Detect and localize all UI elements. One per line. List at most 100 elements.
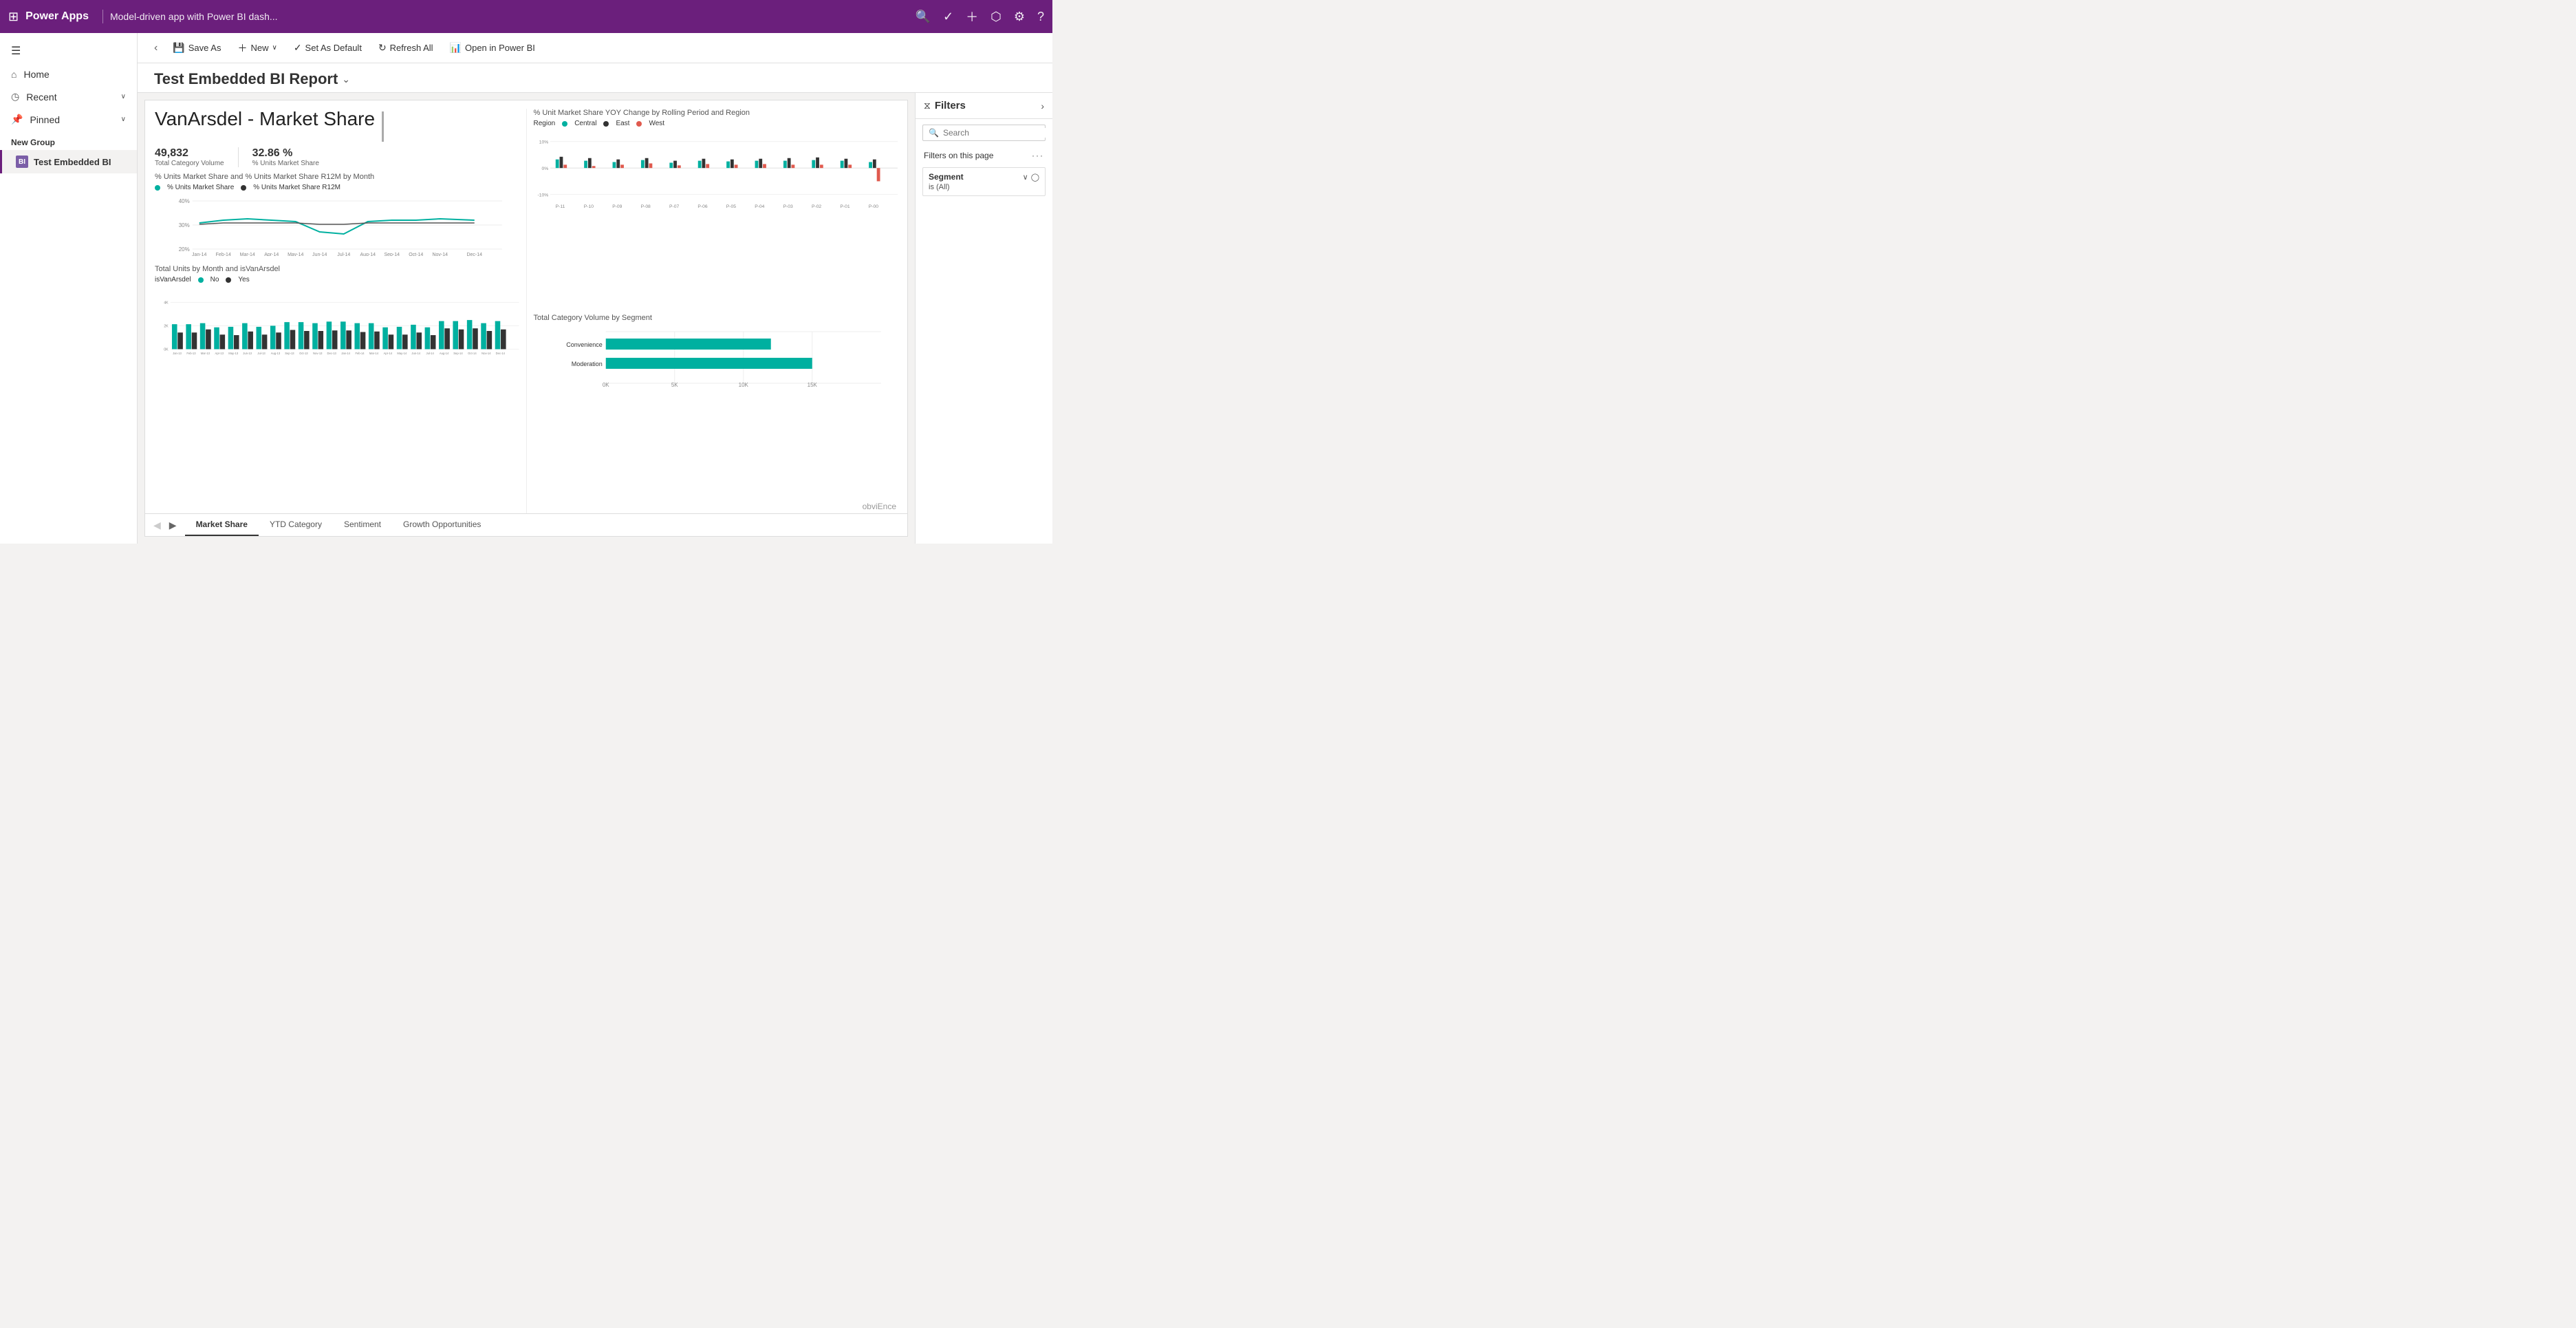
filters-search-box[interactable]: 🔍 (922, 125, 1046, 141)
svg-text:0K: 0K (164, 348, 169, 352)
recent-chevron-icon: ∨ (121, 93, 126, 100)
hamburger-button[interactable]: ☰ (0, 39, 137, 63)
sidebar-item-recent[interactable]: ◷ Recent ∨ (0, 85, 137, 108)
filters-search-icon: 🔍 (929, 128, 939, 138)
svg-text:Jun-14: Jun-14 (312, 253, 327, 256)
set-as-default-button[interactable]: ✓ Set As Default (287, 39, 369, 57)
search-icon[interactable]: 🔍 (916, 10, 931, 24)
yoy-legend: Region Central East West (534, 120, 898, 127)
legend-dot-green (155, 185, 160, 191)
report-tabs-bar: ◀ ▶ Market Share YTD Category Sentiment … (145, 513, 907, 536)
svg-text:Moderation: Moderation (571, 361, 602, 367)
tab-arrow-right[interactable]: ▶ (166, 518, 180, 533)
svg-text:Convenience: Convenience (566, 341, 603, 348)
line-chart-svg: 40% 30% 20% Jan-14 Feb-14 Mar-14 (155, 194, 519, 256)
bottom-chart-container: Total Units by Month and isVanArsdel isV… (155, 265, 519, 513)
toolbar: ‹ 💾 Save As ＋ New ∨ ✓ Set As Default ↻ R… (138, 33, 1052, 63)
check-circle-icon[interactable]: ✓ (943, 10, 953, 24)
set-as-default-label: Set As Default (305, 43, 362, 53)
svg-text:Feb-14: Feb-14 (216, 253, 231, 256)
refresh-all-button[interactable]: ↻ Refresh All (371, 39, 440, 57)
svg-text:Aug-14: Aug-14 (360, 253, 376, 256)
isvanarsdel-label: isVanArsdel (155, 276, 191, 283)
tab-arrow-left[interactable]: ◀ (151, 518, 164, 533)
svg-text:Aug-14: Aug-14 (440, 352, 449, 355)
svg-text:Mar-13: Mar-13 (201, 352, 210, 355)
svg-text:Nov-14: Nov-14 (432, 253, 448, 256)
sidebar-item-home[interactable]: ⌂ Home (0, 63, 137, 85)
title-bar (382, 111, 384, 142)
gear-icon[interactable]: ⚙ (1014, 10, 1025, 24)
filters-section-title: Filters on this page ··· (916, 147, 1052, 164)
report-tab-sentiment[interactable]: Sentiment (333, 514, 392, 536)
checkmark-icon: ✓ (294, 42, 302, 54)
report-tab-growth-opportunities[interactable]: Growth Opportunities (392, 514, 492, 536)
svg-text:P-07: P-07 (669, 204, 678, 209)
legend-dot-no (198, 277, 204, 283)
filters-collapse-icon[interactable]: › (1041, 100, 1044, 111)
plus-icon[interactable]: ＋ (966, 8, 978, 25)
waffle-icon[interactable]: ⊞ (8, 10, 19, 24)
legend-west (636, 121, 642, 127)
pinned-label: Pinned (30, 114, 113, 125)
legend-label-no: No (210, 276, 219, 283)
svg-text:Nov-14: Nov-14 (481, 352, 491, 355)
sidebar-item-test-embedded-bi[interactable]: BI Test Embedded BI (0, 150, 137, 173)
svg-text:Apr-14: Apr-14 (384, 352, 393, 355)
svg-text:40%: 40% (179, 198, 190, 204)
svg-text:4K: 4K (164, 301, 169, 306)
filter-chevron-icon[interactable]: ∨ (1023, 173, 1028, 182)
filters-section-more-icon[interactable]: ··· (1032, 151, 1044, 160)
sidebar-nav-label: Test Embedded BI (34, 157, 111, 167)
recent-icon: ◷ (11, 91, 19, 103)
kpis-row: 49,832 Total Category Volume 32.86 % % U… (155, 147, 519, 167)
svg-text:Oct-14: Oct-14 (468, 352, 477, 355)
save-as-button[interactable]: 💾 Save As (166, 39, 228, 57)
home-icon: ⌂ (11, 69, 17, 80)
report-tab-market-share[interactable]: Market Share (185, 514, 259, 536)
tab-nav-arrows: ◀ ▶ (151, 518, 180, 533)
open-in-powerbi-label: Open in Power BI (465, 43, 535, 53)
svg-text:P-08: P-08 (640, 204, 650, 209)
report-tab-ytd-category[interactable]: YTD Category (259, 514, 333, 536)
filter-card-segment: Segment ∨ ◯ is (All) (922, 167, 1046, 196)
filter-clear-icon[interactable]: ◯ (1031, 173, 1039, 182)
back-button[interactable]: ‹ (149, 39, 163, 58)
filter-segment-value: is (All) (929, 183, 1039, 191)
save-as-label: Save As (188, 43, 221, 53)
filter-icon[interactable]: ⬡ (991, 10, 1002, 24)
help-icon[interactable]: ? (1037, 10, 1044, 24)
page-title-chevron-icon[interactable]: ⌄ (342, 74, 350, 85)
legend-label-central: Central (574, 120, 596, 127)
app-title: Model-driven app with Power BI dash... (110, 11, 278, 22)
new-button[interactable]: ＋ New ∨ (230, 38, 283, 58)
filters-search-input[interactable] (943, 128, 1050, 138)
svg-text:Jan-14: Jan-14 (341, 352, 350, 355)
svg-text:May-14: May-14 (288, 253, 303, 256)
powerbi-icon: 📊 (450, 42, 462, 54)
filters-header: ⧖ Filters › (916, 93, 1052, 119)
svg-text:Apr-14: Apr-14 (264, 253, 279, 256)
open-in-power-bi-button[interactable]: 📊 Open in Power BI (443, 39, 542, 57)
region-label: Region (534, 120, 556, 127)
svg-text:15K: 15K (807, 382, 817, 387)
filters-title-row: ⧖ Filters (924, 100, 966, 111)
svg-text:P-01: P-01 (840, 204, 849, 209)
sidebar-item-pinned[interactable]: 📌 Pinned ∨ (0, 108, 137, 131)
kpi-volume-label: Total Category Volume (155, 160, 224, 167)
line-chart-container: % Units Market Share and % Units Market … (155, 173, 519, 259)
svg-text:May-14: May-14 (397, 352, 407, 355)
hbar-chart-container: Total Category Volume by Segment 0K (534, 314, 898, 513)
svg-text:Aug-13: Aug-13 (271, 352, 281, 355)
svg-text:P-09: P-09 (612, 204, 622, 209)
legend-label-west: West (649, 120, 664, 127)
svg-text:0%: 0% (541, 167, 548, 171)
svg-text:Jan-13: Jan-13 (173, 352, 182, 355)
svg-text:10K: 10K (738, 382, 748, 387)
filters-section-label: Filters on this page (924, 151, 993, 160)
svg-text:-10%: -10% (537, 193, 548, 198)
hbar-chart-title: Total Category Volume by Segment (534, 314, 898, 322)
filters-panel: ⧖ Filters › 🔍 Filters on this page ··· S… (915, 93, 1052, 544)
recent-label: Recent (26, 92, 113, 103)
report-area: VanArsdel - Market Share 49,832 Total Ca… (138, 93, 1052, 544)
